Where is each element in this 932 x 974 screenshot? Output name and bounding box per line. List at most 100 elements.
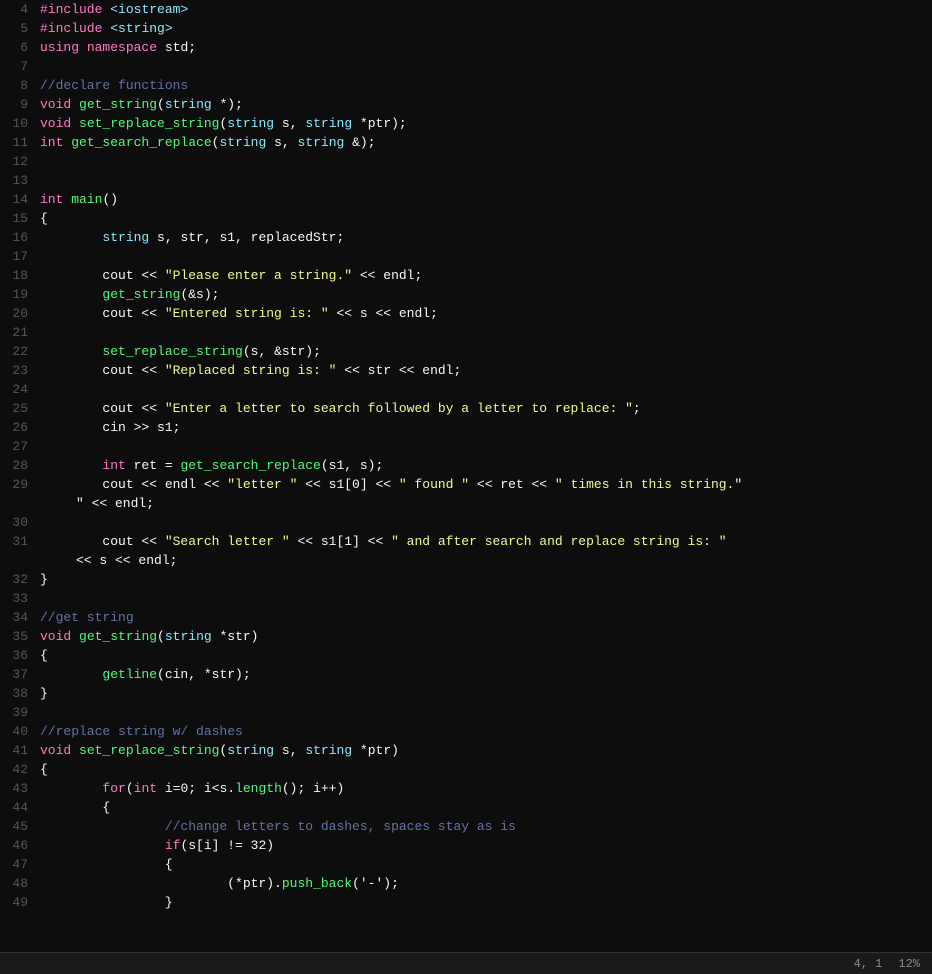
table-row: 13: [0, 171, 932, 190]
line-content: }: [36, 893, 932, 912]
line-number: 12: [0, 152, 36, 171]
line-content: //replace string w/ dashes: [36, 722, 932, 741]
line-number: 14: [0, 190, 36, 209]
line-content: if(s[i] != 32): [36, 836, 932, 855]
line-number: 17: [0, 247, 36, 266]
line-number: 45: [0, 817, 36, 836]
line-number: 27: [0, 437, 36, 456]
line-content: using namespace std;: [36, 38, 932, 57]
line-content: cout << "Enter a letter to search follow…: [36, 399, 932, 418]
line-content: int ret = get_search_replace(s1, s);: [36, 456, 932, 475]
code-area: 4#include <iostream>5#include <string>6u…: [0, 0, 932, 952]
line-content: void set_replace_string(string s, string…: [36, 741, 932, 760]
line-content: [36, 152, 932, 171]
table-row: 8//declare functions: [0, 76, 932, 95]
cursor-position: 4, 1: [854, 957, 883, 971]
editor-container: 4#include <iostream>5#include <string>6u…: [0, 0, 932, 974]
line-content: [36, 57, 932, 76]
line-number: 7: [0, 57, 36, 76]
line-content: cin >> s1;: [36, 418, 932, 437]
table-row: 7: [0, 57, 932, 76]
line-content: cout << "Entered string is: " << s << en…: [36, 304, 932, 323]
table-row: 23 cout << "Replaced string is: " << str…: [0, 361, 932, 380]
line-number: 36: [0, 646, 36, 665]
table-row: 4#include <iostream>: [0, 0, 932, 19]
line-number: 13: [0, 171, 36, 190]
line-number: 43: [0, 779, 36, 798]
table-row: 29 cout << endl << "letter " << s1[0] <<…: [0, 475, 932, 494]
line-number: 11: [0, 133, 36, 152]
line-content: [36, 437, 932, 456]
table-row: 30: [0, 513, 932, 532]
line-content: [36, 247, 932, 266]
table-row: 20 cout << "Entered string is: " << s <<…: [0, 304, 932, 323]
line-number: 46: [0, 836, 36, 855]
line-content: {: [36, 209, 932, 228]
line-number: 29: [0, 475, 36, 494]
table-row: 19 get_string(&s);: [0, 285, 932, 304]
table-row: 39: [0, 703, 932, 722]
table-row: 28 int ret = get_search_replace(s1, s);: [0, 456, 932, 475]
table-row: 17: [0, 247, 932, 266]
table-row: 33: [0, 589, 932, 608]
line-content: [36, 513, 932, 532]
line-number: 15: [0, 209, 36, 228]
table-row: 45 //change letters to dashes, spaces st…: [0, 817, 932, 836]
line-content: [36, 589, 932, 608]
table-row: 11int get_search_replace(string s, strin…: [0, 133, 932, 152]
line-number: 20: [0, 304, 36, 323]
table-row: 14int main(): [0, 190, 932, 209]
table-row: 41void set_replace_string(string s, stri…: [0, 741, 932, 760]
line-number: 24: [0, 380, 36, 399]
line-content: void set_replace_string(string s, string…: [36, 114, 932, 133]
line-content: cout << endl << "letter " << s1[0] << " …: [36, 475, 932, 494]
line-number: 25: [0, 399, 36, 418]
line-content: {: [36, 798, 932, 817]
table-row: 44 {: [0, 798, 932, 817]
table-row: 37 getline(cin, *str);: [0, 665, 932, 684]
table-row: 25 cout << "Enter a letter to search fol…: [0, 399, 932, 418]
table-row: 43 for(int i=0; i<s.length(); i++): [0, 779, 932, 798]
table-row: 36{: [0, 646, 932, 665]
table-row: 5#include <string>: [0, 19, 932, 38]
line-content: getline(cin, *str);: [36, 665, 932, 684]
line-number: 19: [0, 285, 36, 304]
table-row: 15{: [0, 209, 932, 228]
table-row: 31 cout << "Search letter " << s1[1] << …: [0, 532, 932, 551]
line-number: 41: [0, 741, 36, 760]
line-number: 38: [0, 684, 36, 703]
line-content: cout << "Replaced string is: " << str <<…: [36, 361, 932, 380]
line-number: 34: [0, 608, 36, 627]
line-number: 35: [0, 627, 36, 646]
line-number: 31: [0, 532, 36, 551]
line-number: 28: [0, 456, 36, 475]
line-number: 32: [0, 570, 36, 589]
status-bar: 4, 1 12%: [0, 952, 932, 974]
line-number: 5: [0, 19, 36, 38]
table-row: 16 string s, str, s1, replacedStr;: [0, 228, 932, 247]
line-number: 18: [0, 266, 36, 285]
table-row: 6using namespace std;: [0, 38, 932, 57]
line-number: 23: [0, 361, 36, 380]
line-number: 30: [0, 513, 36, 532]
line-number: 4: [0, 0, 36, 19]
line-content: {: [36, 646, 932, 665]
line-number: 44: [0, 798, 36, 817]
line-number: 48: [0, 874, 36, 893]
table-row: 38}: [0, 684, 932, 703]
table-row: 42{: [0, 760, 932, 779]
line-content: [36, 171, 932, 190]
table-row: << s << endl;: [0, 551, 932, 570]
line-number: 21: [0, 323, 36, 342]
table-row: " << endl;: [0, 494, 932, 513]
line-number: 6: [0, 38, 36, 57]
line-number: 16: [0, 228, 36, 247]
table-row: 32}: [0, 570, 932, 589]
line-number: 22: [0, 342, 36, 361]
line-content: get_string(&s);: [36, 285, 932, 304]
line-content: " << endl;: [36, 494, 932, 513]
line-number: 9: [0, 95, 36, 114]
table-row: 46 if(s[i] != 32): [0, 836, 932, 855]
line-content: int main(): [36, 190, 932, 209]
table-row: 34//get string: [0, 608, 932, 627]
